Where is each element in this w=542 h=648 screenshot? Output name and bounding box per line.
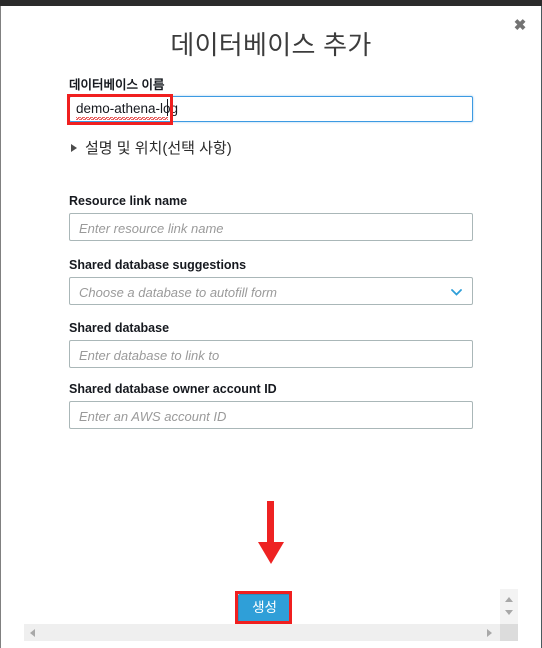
horizontal-scrollbar[interactable]	[24, 624, 518, 641]
annotation-arrow-icon	[251, 501, 291, 566]
database-name-label: 데이터베이스 이름	[69, 78, 165, 92]
shared-database-label: Shared database	[69, 321, 170, 335]
shared-database-suggestions-label: Shared database suggestions	[69, 258, 247, 272]
database-name-value: demo-athena-log	[76, 101, 179, 116]
description-location-label: 설명 및 위치(선택 사항)	[85, 140, 232, 157]
text-cursor	[167, 99, 168, 116]
chevron-right-icon	[71, 143, 77, 152]
resource-link-name-label: Resource link name	[69, 194, 188, 208]
vertical-scrollbar[interactable]	[500, 589, 518, 624]
shared-database-owner-account-id-label: Shared database owner account ID	[69, 382, 277, 396]
scroll-right-icon[interactable]	[487, 629, 492, 637]
resource-link-name-placeholder: Enter resource link name	[79, 221, 224, 236]
shared-database-suggestions-placeholder: Choose a database to autofill form	[79, 285, 278, 300]
create-button[interactable]: 생성	[238, 594, 291, 623]
scroll-left-icon[interactable]	[30, 629, 35, 637]
chevron-down-icon	[451, 289, 462, 296]
page-title: 데이터베이스 추가	[170, 30, 372, 60]
shared-database-placeholder: Enter database to link to	[79, 348, 220, 363]
add-database-dialog: ✖ 데이터베이스 추가 데이터베이스 이름 demo-athena-log 설명…	[1, 6, 541, 648]
spellcheck-underline	[76, 117, 168, 120]
shared-database-owner-account-id-placeholder: Enter an AWS account ID	[79, 409, 227, 424]
scroll-up-icon[interactable]	[505, 597, 513, 602]
scrollbar-corner	[500, 624, 518, 641]
scroll-down-icon[interactable]	[505, 610, 513, 615]
description-location-toggle[interactable]: 설명 및 위치(선택 사항)	[71, 137, 232, 158]
